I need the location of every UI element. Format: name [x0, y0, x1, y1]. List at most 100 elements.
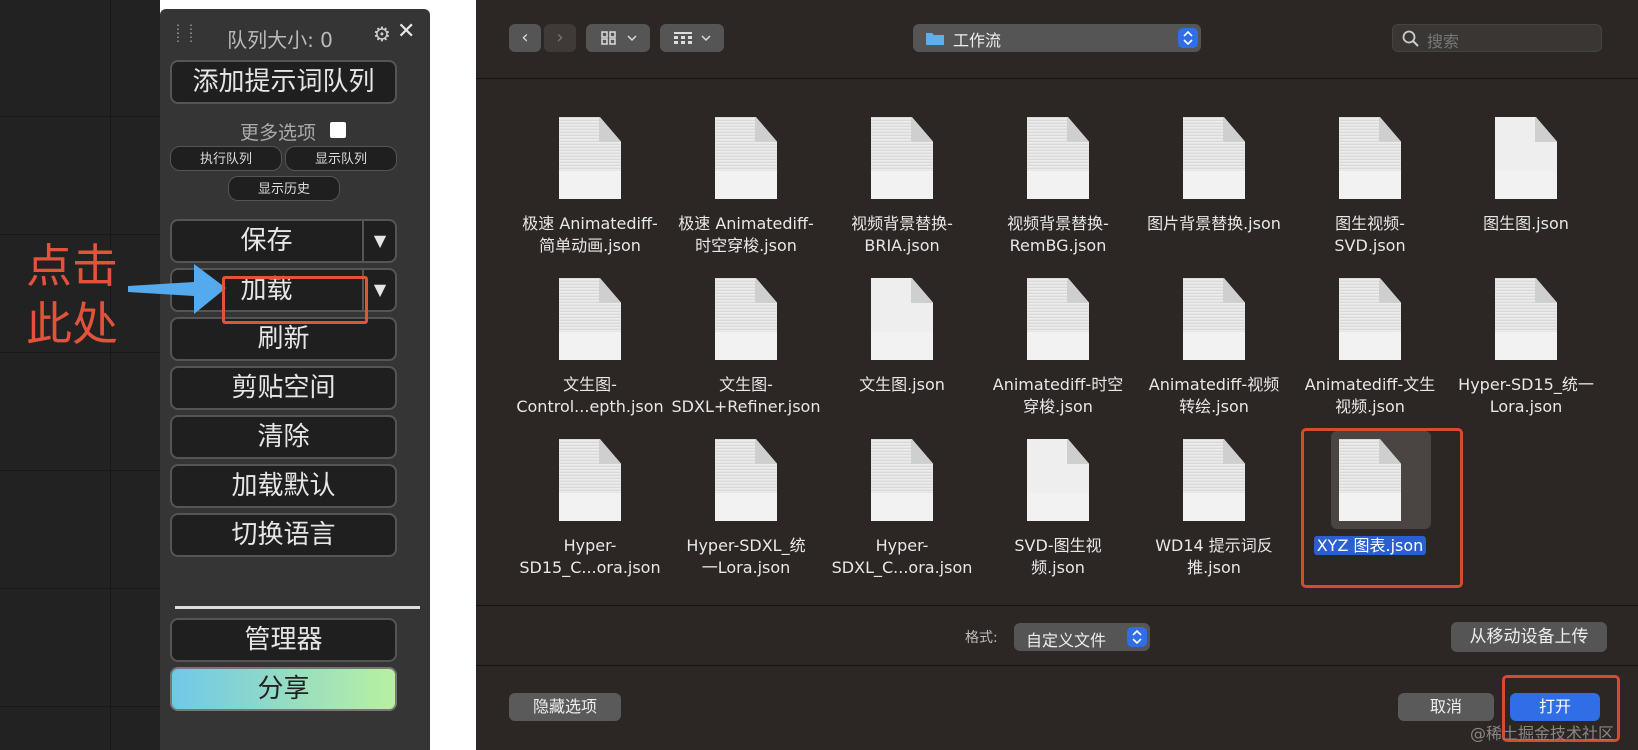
page-bottom — [1027, 493, 1089, 521]
file-item[interactable]: 视频背景替换- BRIA.json — [822, 117, 982, 257]
annotation-highlight-selected-file — [1301, 428, 1463, 588]
search-field[interactable]: 搜索 — [1392, 24, 1602, 52]
file-item[interactable]: Hyper- SD15_C...ora.json — [510, 439, 670, 579]
updown-chevron-icon — [1132, 629, 1142, 645]
load-default-button[interactable]: 加载默认 — [170, 464, 397, 508]
show-queue-button[interactable]: 显示队列 — [285, 146, 397, 171]
json-file-icon — [559, 117, 621, 199]
annotation-highlight-load — [222, 276, 368, 324]
upload-from-mobile-button[interactable]: 从移动设备上传 — [1451, 622, 1607, 652]
page-bottom — [871, 171, 933, 199]
page-fold — [1379, 117, 1401, 142]
file-item[interactable]: Hyper-SD15_统一 Lora.json — [1446, 278, 1606, 418]
file-name-line-2: SD15_C...ora.json — [519, 558, 661, 577]
location-popup[interactable]: 工作流 — [913, 24, 1201, 52]
file-name: Animatediff-文生 视频.json — [1290, 374, 1450, 418]
manager-button[interactable]: 管理器 — [170, 618, 397, 662]
json-file-icon — [1183, 278, 1245, 360]
file-name: Hyper-SD15_统一 Lora.json — [1446, 374, 1606, 418]
file-item[interactable]: Animatediff-视频 转绘.json — [1134, 278, 1294, 418]
json-file-icon — [1339, 278, 1401, 360]
group-icon — [674, 32, 711, 44]
more-options-label: 更多选项 — [240, 122, 317, 144]
page-fold — [1535, 278, 1557, 303]
annotation-line-1: 点击 — [26, 239, 118, 293]
page-bottom — [715, 493, 777, 521]
back-button[interactable]: ‹ — [509, 24, 541, 52]
file-item[interactable]: 文生图- SDXL+Refiner.json — [666, 278, 826, 418]
gear-icon[interactable]: ⚙ — [373, 22, 391, 46]
file-name-line-2: 推.json — [1187, 558, 1241, 577]
file-item[interactable]: 极速 Animatediff- 时空穿梭.json — [666, 117, 826, 257]
file-name-line-1: Hyper-SD15_统一 — [1458, 375, 1594, 394]
page-fold — [755, 439, 777, 464]
file-name-line-1: 文生图- — [563, 375, 617, 394]
page-fold — [1223, 278, 1245, 303]
file-item[interactable]: Hyper-SDXL_统 一Lora.json — [666, 439, 826, 579]
page-bottom — [1495, 332, 1557, 360]
file-name-line-1: 文生图.json — [859, 375, 945, 394]
file-item[interactable]: 极速 Animatediff- 简单动画.json — [510, 117, 670, 257]
file-name-line-2: 简单动画.json — [539, 236, 641, 255]
file-name-line-1: SVD-图生视 — [1014, 536, 1102, 555]
file-item[interactable]: 文生图- Control...epth.json — [510, 278, 670, 418]
page-bottom — [1027, 171, 1089, 199]
format-select[interactable]: 自定义文件 — [1014, 623, 1150, 651]
json-file-icon — [715, 117, 777, 199]
file-item[interactable]: 图生图.json — [1446, 117, 1606, 235]
hide-options-button[interactable]: 隐藏选项 — [509, 693, 621, 721]
execute-queue-button[interactable]: 执行队列 — [170, 146, 282, 171]
clipspace-button[interactable]: 剪贴空间 — [170, 366, 397, 410]
cancel-button[interactable]: 取消 — [1398, 693, 1494, 721]
file-item[interactable]: 图生视频- SVD.json — [1290, 117, 1450, 257]
file-name-line-2: 频.json — [1031, 558, 1085, 577]
view-icons-button[interactable] — [586, 24, 650, 52]
file-name-line-2: SDXL+Refiner.json — [671, 397, 821, 416]
gap — [430, 0, 476, 750]
file-name: 视频背景替换- RemBG.json — [978, 213, 1138, 257]
search-placeholder: 搜索 — [1427, 32, 1460, 51]
add-prompt-queue-button[interactable]: 添加提示词队列 — [170, 60, 397, 104]
file-name: 极速 Animatediff- 简单动画.json — [510, 213, 670, 257]
file-item[interactable]: Animatediff-文生 视频.json — [1290, 278, 1450, 418]
file-item[interactable]: Animatediff-时空 穿梭.json — [978, 278, 1138, 418]
json-file-icon — [715, 439, 777, 521]
group-by-button[interactable] — [660, 24, 724, 52]
page-fold — [1223, 117, 1245, 142]
graph-canvas[interactable] — [0, 0, 160, 750]
more-options-checkbox[interactable] — [330, 122, 346, 138]
file-item[interactable]: 图片背景替换.json — [1134, 117, 1294, 235]
page-bottom — [715, 171, 777, 199]
forward-button[interactable]: › — [544, 24, 576, 52]
file-item[interactable]: 视频背景替换- RemBG.json — [978, 117, 1138, 257]
file-name: Animatediff-视频 转绘.json — [1134, 374, 1294, 418]
panel-divider — [175, 606, 420, 609]
file-name-line-1: 极速 Animatediff- — [678, 214, 814, 233]
file-item[interactable]: SVD-图生视 频.json — [978, 439, 1138, 579]
file-item[interactable]: Hyper- SDXL_C...ora.json — [822, 439, 982, 579]
file-name: WD14 提示词反 推.json — [1134, 535, 1294, 579]
save-dropdown-arrow[interactable]: ▼ — [362, 221, 396, 261]
grid-icon — [601, 31, 637, 45]
file-name-line-1: Hyper-SDXL_统 — [686, 536, 806, 555]
page-bottom — [1183, 332, 1245, 360]
close-icon[interactable]: ✕ — [397, 19, 415, 44]
page-bottom — [871, 493, 933, 521]
clear-button[interactable]: 清除 — [170, 415, 397, 459]
drag-handle[interactable]: ⋮⋮ ⋮⋮ — [172, 23, 198, 43]
show-history-button[interactable]: 显示历史 — [228, 176, 340, 201]
file-item[interactable]: 文生图.json — [822, 278, 982, 396]
switch-language-button[interactable]: 切换语言 — [170, 513, 397, 557]
share-button[interactable]: 分享 — [170, 667, 397, 711]
file-item[interactable]: WD14 提示词反 推.json — [1134, 439, 1294, 579]
file-name-line-2: SDXL_C...ora.json — [831, 558, 973, 577]
json-file-icon — [1027, 278, 1089, 360]
page-fold — [755, 278, 777, 303]
file-name: 视频背景替换- BRIA.json — [822, 213, 982, 257]
file-name: Hyper-SDXL_统 一Lora.json — [666, 535, 826, 579]
file-name-line-1: Animatediff-视频 — [1148, 375, 1280, 394]
page-bottom — [1027, 332, 1089, 360]
json-file-icon — [1495, 117, 1557, 199]
page-bottom — [559, 493, 621, 521]
annotation-text: 点击 此处 — [26, 237, 136, 353]
